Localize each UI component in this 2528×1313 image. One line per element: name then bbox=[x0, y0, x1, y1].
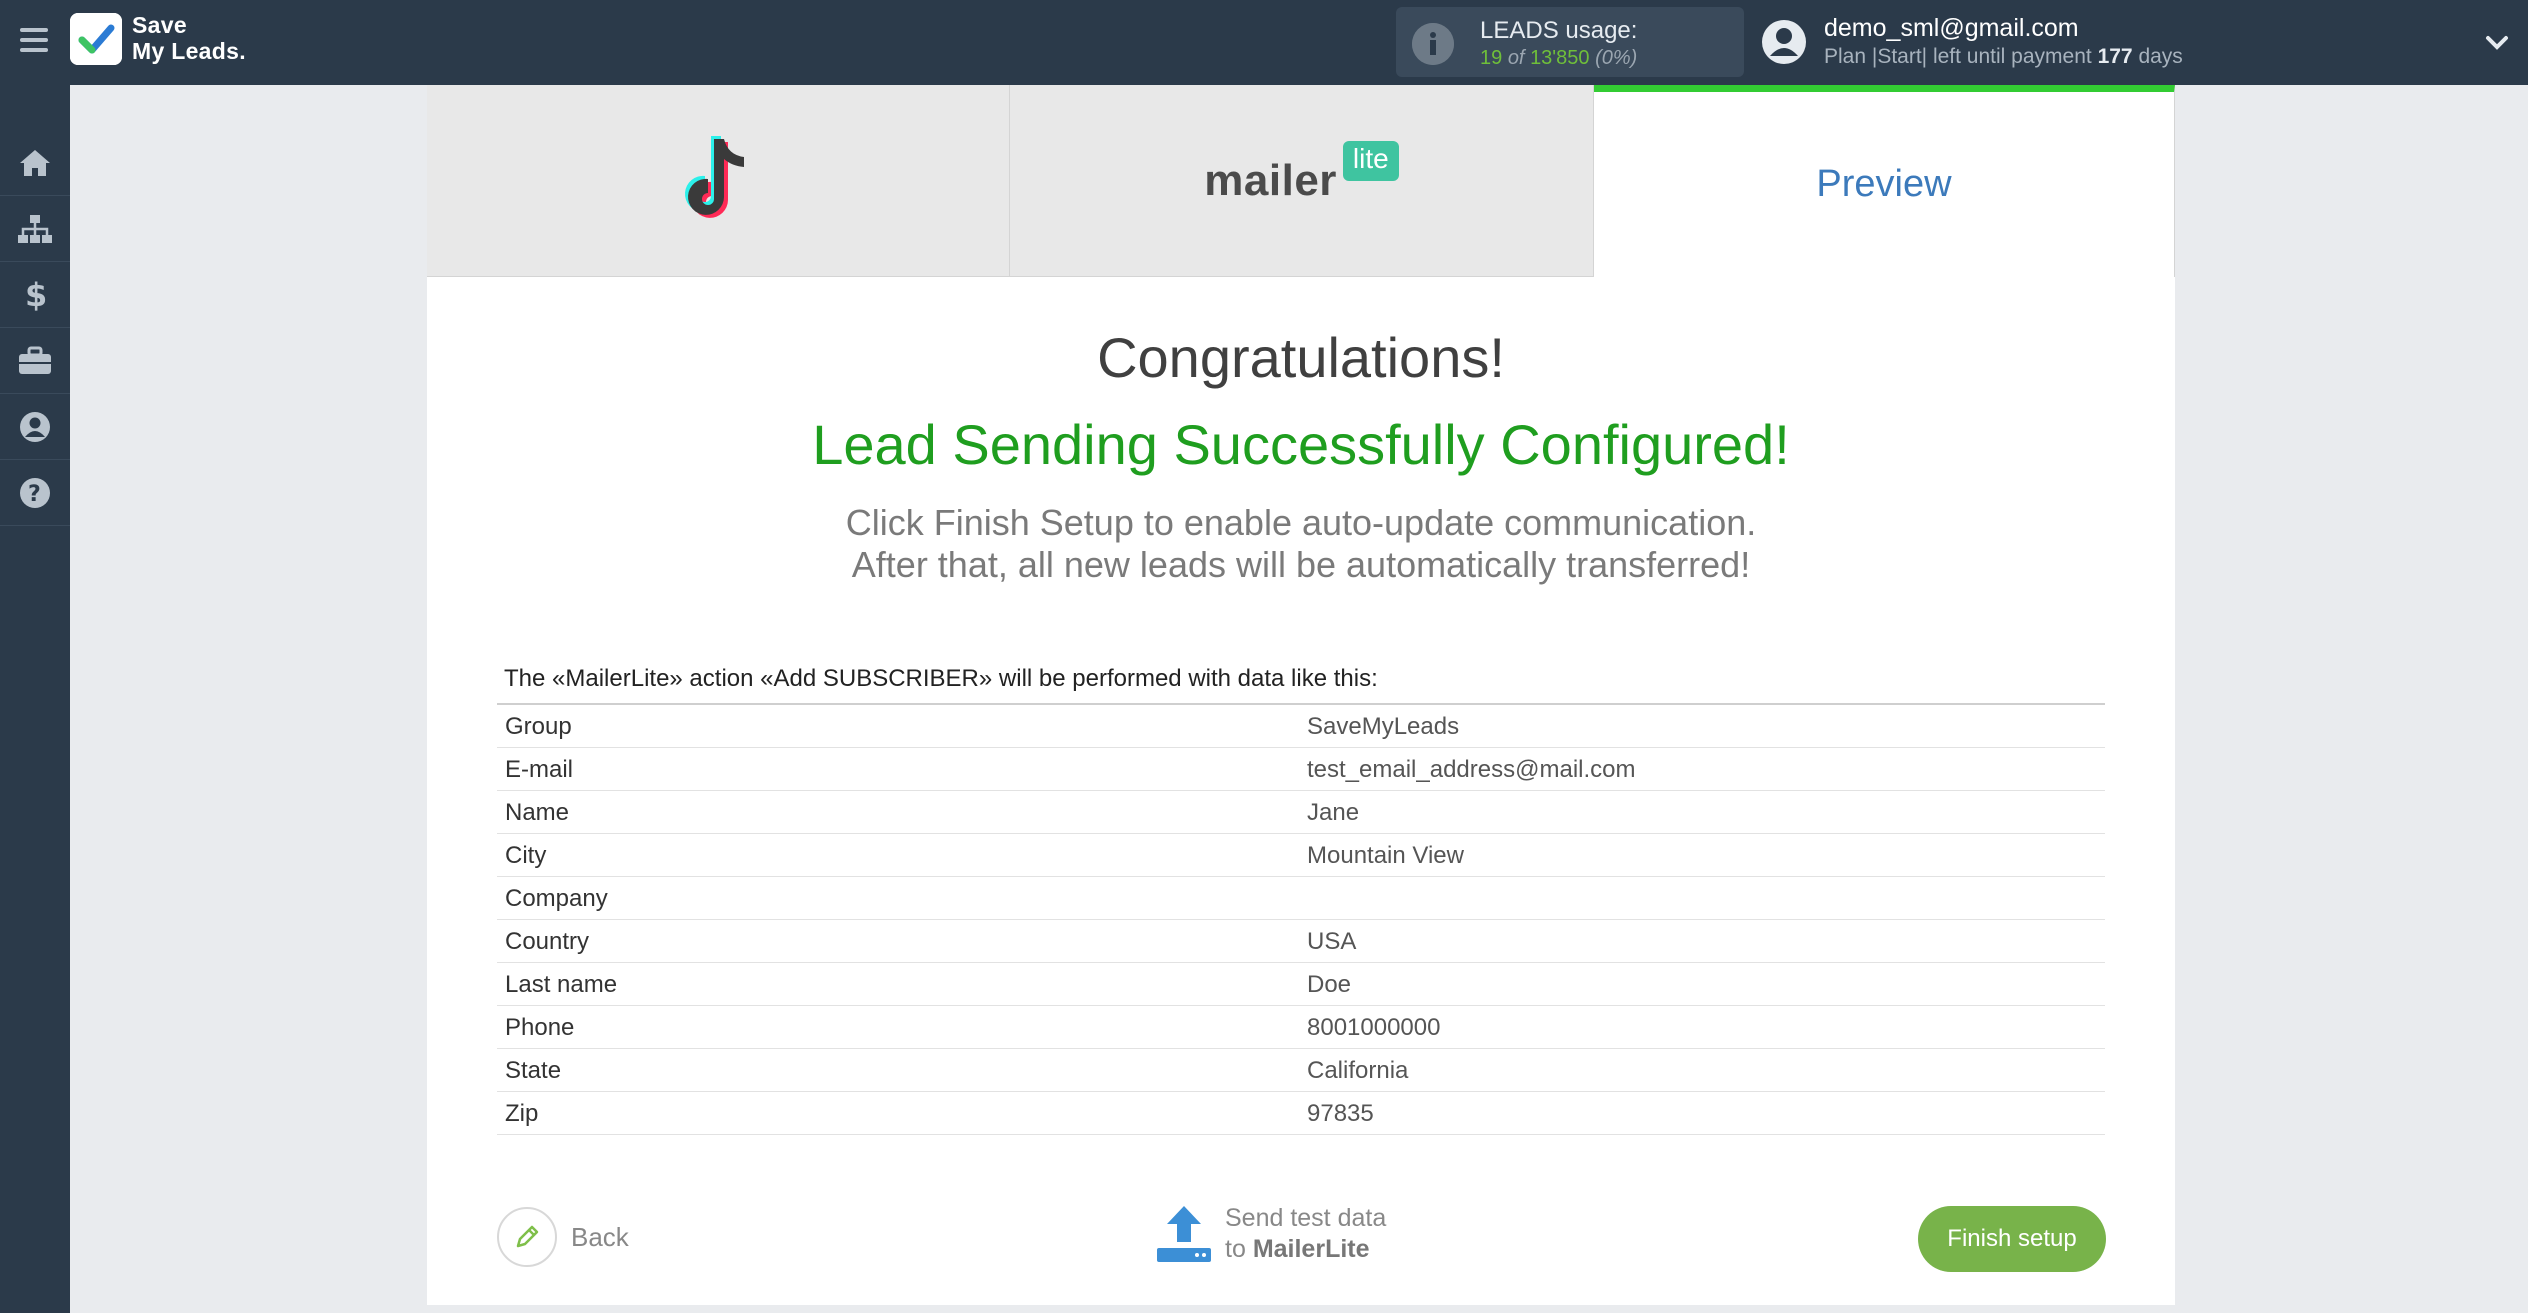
info-icon bbox=[1412, 23, 1454, 65]
table-row: Company bbox=[497, 877, 2105, 920]
home-icon[interactable] bbox=[0, 130, 70, 196]
tab-tiktok[interactable] bbox=[427, 85, 1010, 277]
logo-text[interactable]: Save My Leads. bbox=[132, 12, 246, 64]
briefcase-icon[interactable] bbox=[0, 328, 70, 394]
back-button[interactable]: Back bbox=[497, 1207, 629, 1267]
mailerlite-lite-badge: lite bbox=[1342, 140, 1399, 181]
user-email[interactable]: demo_sml@gmail.com bbox=[1824, 14, 2079, 43]
table-row: Country USA bbox=[497, 920, 2105, 963]
send-test-data-button[interactable]: Send test data to MailerLite bbox=[1155, 1203, 1386, 1265]
success-message: Lead Sending Successfully Configured! bbox=[812, 413, 1790, 476]
finish-setup-button[interactable]: Finish setup bbox=[1918, 1206, 2106, 1272]
logo-icon[interactable] bbox=[70, 13, 122, 65]
table-caption: The «MailerLite» action «Add SUBSCRIBER»… bbox=[504, 665, 1378, 692]
table-row: Zip 97835 bbox=[497, 1092, 2105, 1135]
menu-icon[interactable] bbox=[16, 22, 52, 58]
page-title: Congratulations! bbox=[1097, 326, 1505, 389]
data-table: Group SaveMyLeads E-mail test_email_addres… bbox=[497, 703, 2105, 1135]
send-test-label: Send test data to MailerLite bbox=[1225, 1204, 1387, 1263]
step-tabs: mailer lite Preview bbox=[427, 85, 2175, 277]
upload-icon bbox=[1157, 1206, 1211, 1262]
table-row: City Mountain View bbox=[497, 834, 2105, 877]
back-label: Back bbox=[571, 1221, 629, 1252]
top-bar: Save My Leads. LEADS usage: 19 of 13'850… bbox=[0, 0, 2528, 85]
tab-preview[interactable]: Preview bbox=[1594, 85, 2175, 277]
sidebar: $ ? bbox=[0, 85, 70, 1313]
table-row: State California bbox=[497, 1049, 2105, 1092]
table-row: Group SaveMyLeads bbox=[497, 705, 2105, 748]
table-row: Phone 8001000000 bbox=[497, 1006, 2105, 1049]
leads-usage-panel: LEADS usage: 19 of 13'850 (0%) bbox=[1396, 7, 1744, 77]
main-card: mailer lite Preview Congratulations! Lea… bbox=[427, 85, 2175, 1305]
user-circle-icon[interactable] bbox=[0, 394, 70, 460]
dollar-icon[interactable]: $ bbox=[0, 262, 70, 328]
plan-info: Plan |Start| left until payment 177 days bbox=[1824, 45, 2183, 68]
usage-title: LEADS usage: bbox=[1480, 17, 1638, 44]
table-row: Last name Doe bbox=[497, 963, 2105, 1006]
sitemap-icon[interactable] bbox=[0, 196, 70, 262]
avatar-icon[interactable] bbox=[1760, 18, 1808, 66]
help-icon[interactable]: ? bbox=[0, 460, 70, 526]
chevron-down-icon[interactable] bbox=[2482, 28, 2512, 58]
tab-mailerlite[interactable]: mailer lite bbox=[1010, 85, 1594, 277]
info-line-2: After that, all new leads will be automa… bbox=[851, 544, 1751, 585]
table-row: E-mail test_email_address@mail.com bbox=[497, 748, 2105, 791]
svg-text:$: $ bbox=[25, 278, 47, 312]
svg-text:?: ? bbox=[28, 482, 41, 507]
usage-value: 19 of 13'850 (0%) bbox=[1480, 47, 1638, 69]
mailerlite-logo-text: mailer bbox=[1204, 155, 1337, 205]
tiktok-icon bbox=[685, 135, 744, 218]
table-row: Name Jane bbox=[497, 791, 2105, 834]
preview-label: Preview bbox=[1816, 163, 1952, 205]
info-line-1: Click Finish Setup to enable auto-update… bbox=[845, 502, 1757, 543]
pencil-icon bbox=[497, 1207, 557, 1267]
